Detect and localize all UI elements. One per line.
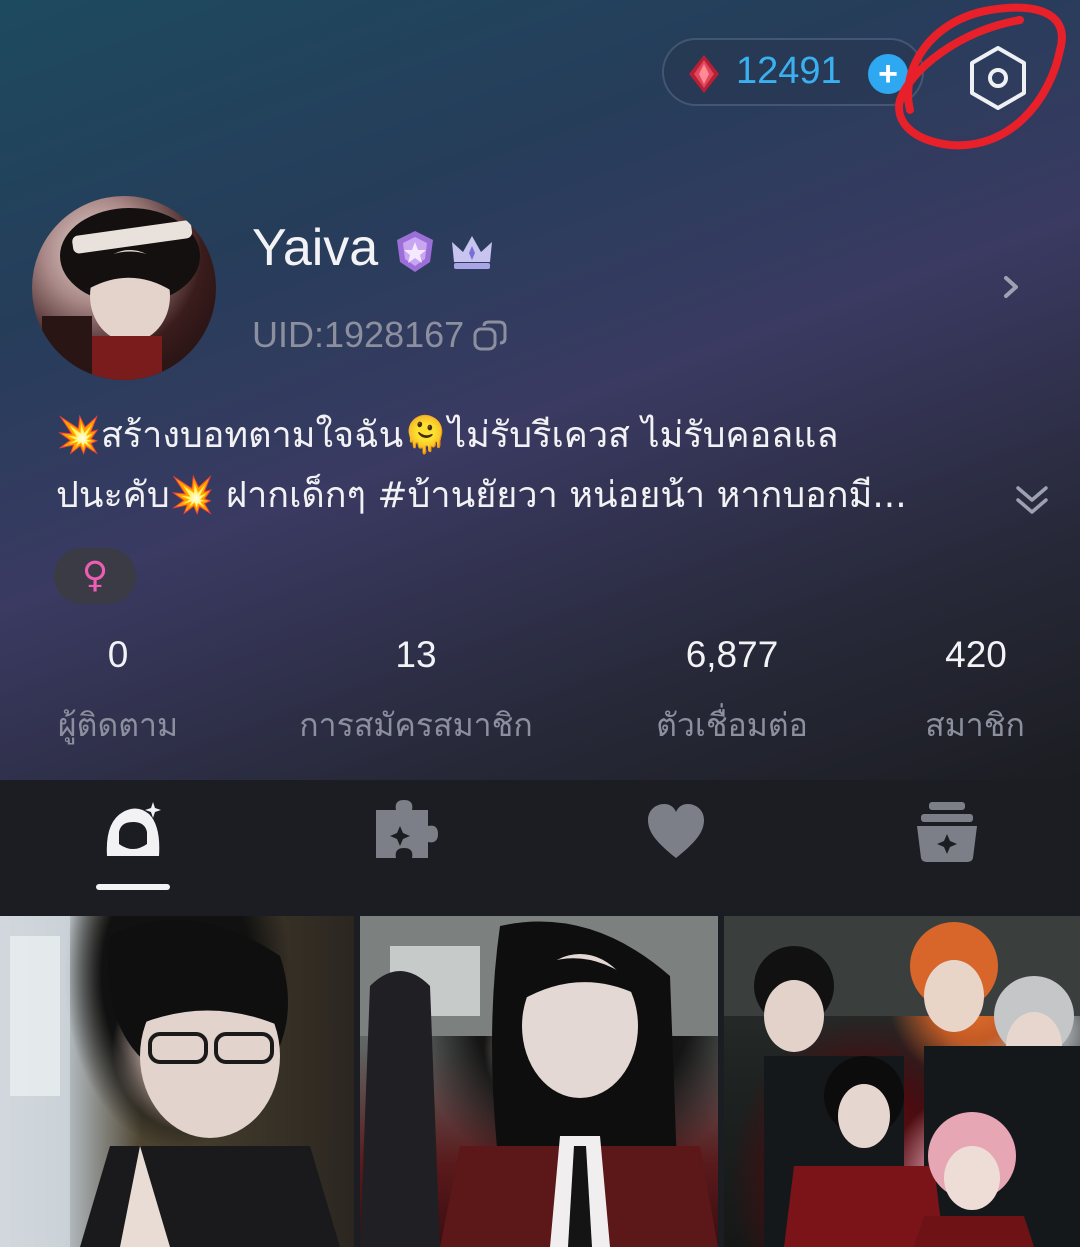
chevron-right-icon[interactable]	[996, 270, 1026, 304]
red-circle-annotation	[895, 3, 1066, 150]
tab-archive[interactable]	[907, 792, 987, 872]
copy-icon[interactable]	[472, 318, 508, 354]
puzzle-icon	[376, 800, 438, 858]
heart-icon	[648, 804, 704, 858]
character-icon	[106, 802, 161, 856]
tab-puzzles[interactable]	[364, 792, 444, 872]
character-card[interactable]	[360, 916, 718, 1247]
character-card[interactable]	[0, 916, 354, 1247]
stat-members-value[interactable]: 420	[916, 634, 1036, 676]
stat-connectors-value[interactable]: 6,877	[662, 634, 802, 676]
tab-likes[interactable]	[636, 792, 716, 872]
stat-connectors-label[interactable]: ตัวเชื่อมต่อ	[628, 700, 836, 751]
rank-shield-icon	[397, 231, 433, 272]
coin-count: 12491	[736, 50, 842, 92]
stat-followers-value[interactable]: 0	[58, 634, 178, 676]
stat-subscriptions-value[interactable]: 13	[356, 634, 476, 676]
gender-badge: ♀	[54, 548, 136, 604]
crown-icon	[452, 236, 492, 269]
stat-members-label[interactable]: สมาชิก	[900, 700, 1050, 751]
expand-chevron-icon[interactable]	[1010, 480, 1054, 524]
username: Yaiva	[252, 219, 379, 277]
stat-followers-label[interactable]: ผู้ติดตาม	[38, 700, 198, 751]
tab-characters[interactable]	[93, 792, 173, 872]
bio-line: ปนะคับ💥 ฝากเด็กๆ #บ้านยัยวา หน่อยน้า หาก…	[56, 475, 907, 516]
profile-bio: 💥สร้างบอทตามใจฉัน🫠ไม่รับรีเควส ไม่รับคอล…	[56, 406, 1016, 526]
bio-line: 💥สร้างบอทตามใจฉัน🫠ไม่รับรีเควส ไม่รับคอล…	[56, 415, 839, 456]
archive-box-icon	[917, 802, 977, 862]
ruby-gem-icon	[689, 55, 719, 93]
character-card[interactable]	[724, 916, 1080, 1247]
avatar[interactable]	[32, 196, 216, 380]
active-tab-indicator	[96, 884, 170, 890]
user-id: UID:1928167	[252, 314, 465, 355]
stat-subscriptions-label[interactable]: การสมัครสมาชิก	[276, 700, 556, 751]
